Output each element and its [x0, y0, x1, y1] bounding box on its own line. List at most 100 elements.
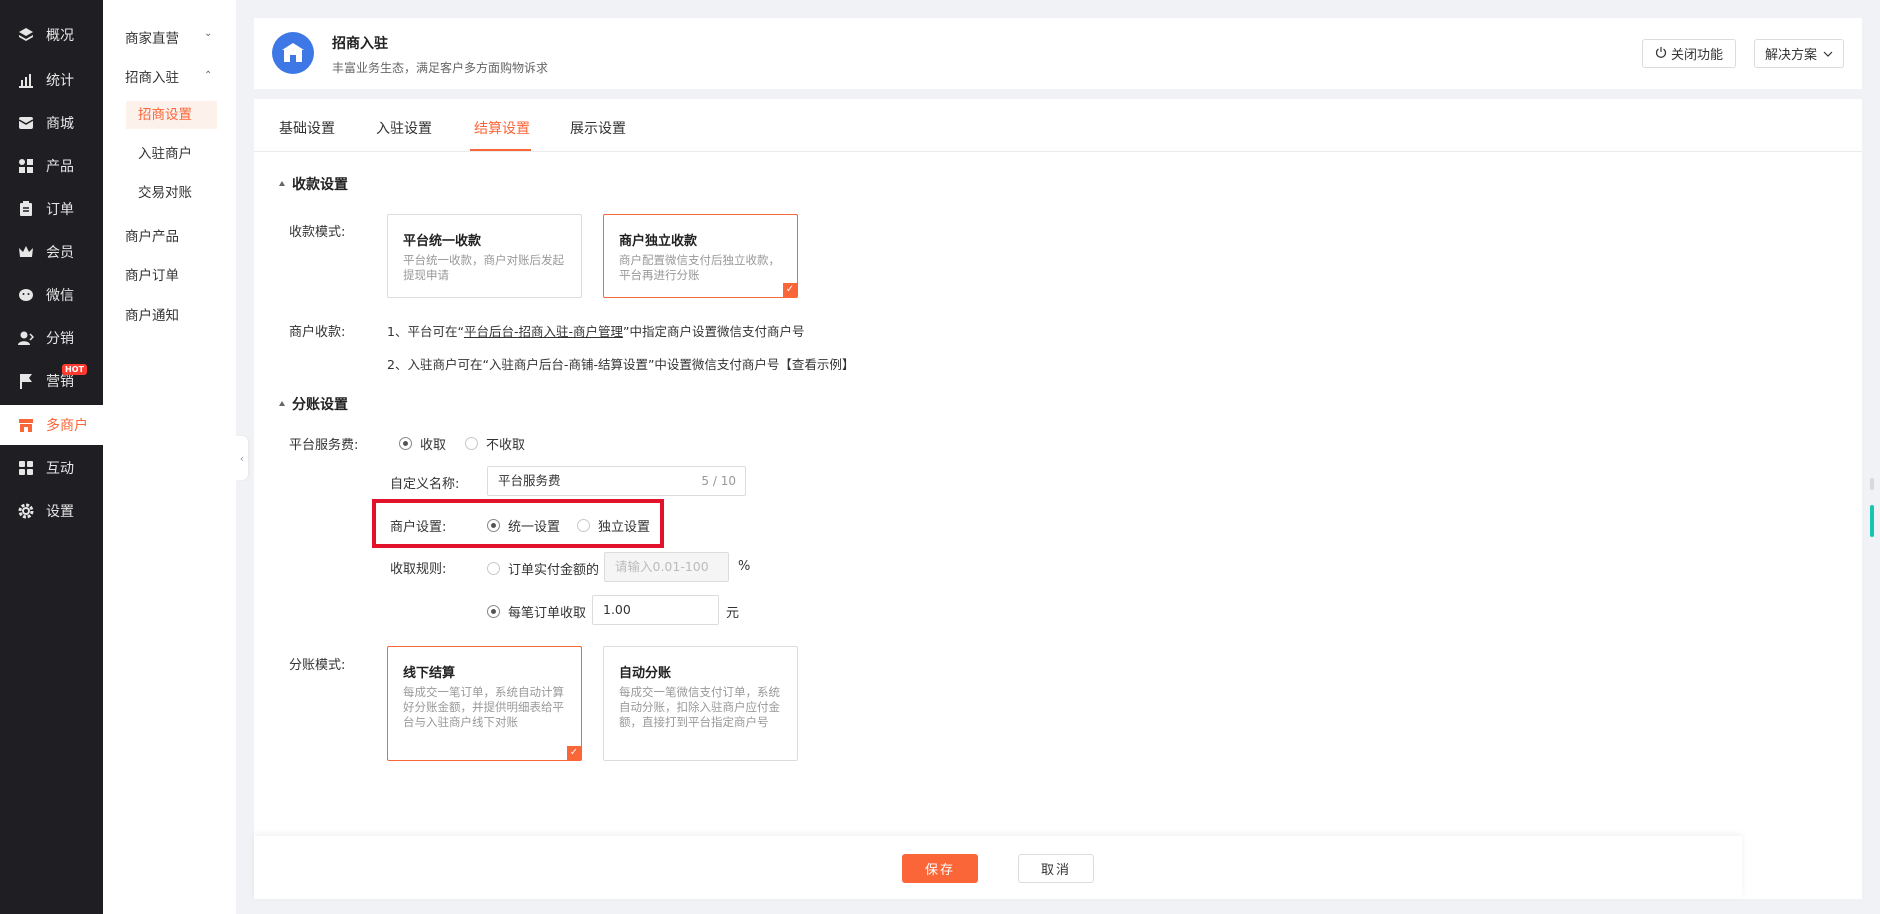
subnav-item-recruit-settings[interactable]: 招商设置 [126, 101, 217, 129]
radio-unchecked [487, 562, 500, 575]
crown-icon [17, 243, 35, 261]
mail-icon [17, 114, 35, 132]
chevron-up-icon[interactable]: ⌃ [204, 70, 212, 81]
nav-label: 微信 [46, 288, 74, 304]
rule-radio-percent[interactable]: 订单实付金额的 [487, 559, 599, 578]
apps-icon [17, 459, 35, 477]
flag-icon [17, 372, 35, 390]
collapse-sidebar-button[interactable]: ‹ [236, 436, 248, 480]
nav-item-multi-merchant[interactable]: 多商户 [0, 405, 103, 445]
solution-dropdown[interactable]: 解决方案 [1754, 39, 1844, 68]
feature-header: 招商入驻 丰富业务生态，满足客户多方面购物诉求 关闭功能 解决方案 [254, 18, 1862, 89]
option-desc: 每成交一笔微信支付订单，系统自动分账，扣除入驻商户应付金额，直接打到平台指定商户… [619, 685, 780, 729]
merchant-collect-line-1: 1、平台可在“平台后台-招商入驻-商户管理”中指定商户设置微信支付商户号 [387, 324, 805, 339]
subnav-item-merchant-products[interactable]: 商户产品 [125, 225, 179, 245]
subnav-item-merchants[interactable]: 入驻商户 [126, 140, 217, 168]
page-title: 招商入驻 [332, 36, 388, 52]
merchant-collect-line-2: 2、入驻商户可在“入驻商户后台-商铺-结算设置”中设置微信支付商户号【查看示例】 [387, 357, 855, 372]
close-feature-label: 关闭功能 [1670, 48, 1723, 63]
scrollbar-thumb[interactable] [1870, 505, 1874, 537]
tab-onboarding[interactable]: 入驻设置 [376, 118, 432, 138]
scrollbar-track[interactable] [1870, 478, 1874, 490]
service-fee-label: 平台服务费: [289, 438, 359, 453]
fixed-amount-input[interactable]: 1.00 [592, 595, 719, 625]
collect-mode-label: 收款模式: [289, 225, 346, 240]
nav-item-interaction[interactable]: 互动 [0, 448, 103, 488]
chevron-down-icon[interactable]: ⌄ [204, 28, 212, 39]
nav-item-settings[interactable]: 设置 [0, 491, 103, 531]
nav-label: 产品 [46, 159, 74, 175]
percent-unit: % [738, 559, 751, 574]
rule-radio-fixed[interactable]: 每笔订单收取 [487, 602, 586, 621]
tab-settlement[interactable]: 结算设置 [474, 118, 530, 138]
nav-item-distribution[interactable]: 分销 [0, 318, 103, 358]
split-mode-label: 分账模式: [289, 658, 346, 673]
char-counter: 5 / 10 [701, 474, 736, 488]
fee-radio-collect[interactable]: 收取 [399, 434, 446, 453]
merchant-collect-label: 商户收款: [289, 325, 346, 340]
power-icon [1655, 46, 1667, 62]
layers-icon [17, 26, 35, 44]
nav-label: 分销 [46, 331, 74, 347]
nav-label: 商城 [46, 116, 74, 132]
percent-input[interactable]: 请输入0.01-100 [604, 552, 729, 582]
option-title: 商户独立收款 [619, 234, 698, 249]
nav-item-member[interactable]: 会员 [0, 232, 103, 272]
option-auto-split[interactable]: 自动分账 每成交一笔微信支付订单，系统自动分账，扣除入驻商户应付金额，直接打到平… [603, 646, 798, 761]
user-share-icon [17, 329, 35, 347]
option-offline-settlement[interactable]: 线下结算 每成交一笔订单，系统自动计算好分账金额，并提供明细表给平台与入驻商户线… [387, 646, 582, 761]
nav-label: 订单 [46, 202, 74, 218]
option-desc: 平台统一收款，商户对账后发起提现申请 [403, 253, 564, 282]
nav-item-product[interactable]: 产品 [0, 146, 103, 186]
option-desc: 每成交一笔订单，系统自动计算好分账金额，并提供明细表给平台与入驻商户线下对账 [403, 685, 564, 729]
option-desc: 商户配置微信支付后独立收款，平台再进行分账 [619, 253, 780, 282]
option-title: 自动分账 [619, 666, 672, 681]
page-subtitle: 丰富业务生态，满足客户多方面购物诉求 [332, 61, 549, 75]
nav-item-order[interactable]: 订单 [0, 189, 103, 229]
cancel-button[interactable]: 取消 [1018, 854, 1094, 883]
section-collect: 收款设置 [279, 174, 348, 194]
check-icon: ✓ [783, 283, 797, 297]
collect-rule-label: 收取规则: [390, 562, 447, 577]
nav-label: 概况 [46, 28, 74, 44]
nav-label: 会员 [46, 245, 74, 261]
option-platform-collect[interactable]: 平台统一收款 平台统一收款，商户对账后发起提现申请 [387, 214, 582, 298]
wechat-icon [17, 286, 35, 304]
nav-item-overview[interactable]: 概况 [0, 15, 103, 55]
highlight-box [372, 499, 664, 548]
gear-icon [17, 502, 35, 520]
custom-name-input[interactable]: 平台服务费 5 / 10 [487, 466, 746, 496]
subnav-item-merchant-orders[interactable]: 商户订单 [125, 264, 179, 284]
option-title: 线下结算 [403, 666, 456, 681]
fee-radio-not-collect[interactable]: 不收取 [465, 434, 525, 453]
action-footer: 保存 取消 [254, 836, 1742, 899]
chart-icon [17, 71, 35, 89]
nav-label: 多商户 [46, 418, 88, 434]
check-icon: ✓ [567, 746, 581, 760]
tab-bar: 基础设置 入驻设置 结算设置 展示设置 [254, 99, 1862, 152]
save-button[interactable]: 保存 [902, 854, 978, 883]
subnav-group-recruit[interactable]: 招商入驻 [125, 66, 179, 86]
merchant-management-link[interactable]: 平台后台-招商入驻-商户管理 [464, 324, 623, 339]
nav-item-marketing[interactable]: 营销 [0, 361, 103, 401]
nav-item-mall[interactable]: 商城 [0, 103, 103, 143]
option-title: 平台统一收款 [403, 234, 482, 249]
radio-checked [399, 437, 412, 450]
subnav-item-reconciliation[interactable]: 交易对账 [126, 179, 217, 207]
subnav-item-merchant-notice[interactable]: 商户通知 [125, 304, 179, 324]
custom-name-label: 自定义名称: [390, 477, 460, 492]
nav-item-wechat[interactable]: 微信 [0, 275, 103, 315]
close-feature-button[interactable]: 关闭功能 [1642, 39, 1736, 68]
fixed-unit: 元 [726, 606, 740, 621]
nav-item-stats[interactable]: 统计 [0, 60, 103, 100]
tab-basic[interactable]: 基础设置 [279, 118, 335, 138]
subnav-group-direct[interactable]: 商家直营 [125, 27, 179, 47]
store-icon [17, 416, 35, 434]
sub-nav: 商家直营 招商入驻 招商设置 入驻商户 交易对账 商户产品 商户订单 商户通知 [103, 0, 236, 914]
section-split: 分账设置 [279, 394, 348, 414]
hot-badge: HOT [62, 364, 87, 375]
tab-display[interactable]: 展示设置 [570, 118, 626, 138]
option-merchant-collect[interactable]: 商户独立收款 商户配置微信支付后独立收款，平台再进行分账 ✓ [603, 214, 798, 298]
store-logo-icon [272, 32, 314, 74]
radio-checked [487, 605, 500, 618]
